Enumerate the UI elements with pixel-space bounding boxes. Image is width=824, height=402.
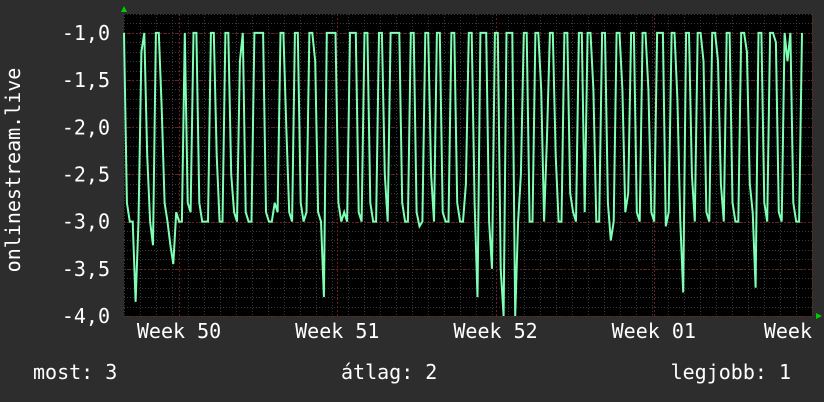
chart: -1,0-1,5-2,0-2,5-3,0-3,5-4,0 Week 50 Week… bbox=[1, 6, 822, 343]
average-value: átlag: 2 bbox=[341, 360, 438, 384]
y-axis-ticks: -1,0 -1,5 -2,0 -2,5 -3,0 -3,5 -4,0 bbox=[62, 21, 110, 328]
x-tick-label: Week 50 bbox=[137, 319, 221, 343]
y-tick-label: -1,0 bbox=[62, 21, 110, 45]
x-axis-ticks: Week 50 Week 51 Week 52 Week 01 Week bbox=[137, 319, 812, 343]
best-value: legjobb: 1 bbox=[670, 360, 791, 384]
x-tick-label: Week 51 bbox=[295, 319, 379, 343]
y-tick-label: -1,5 bbox=[62, 68, 110, 92]
x-tick-label: Week bbox=[764, 319, 812, 343]
y-tick-label: -3,5 bbox=[62, 257, 110, 281]
chart-panel: -1,0 -1,5 -2,0 -2,5 -3,0 -3,5 -4,0 Week 50 Week… bbox=[0, 0, 824, 402]
y-tick-label: -3,0 bbox=[62, 210, 110, 234]
y-tick-label: -2,5 bbox=[62, 162, 110, 186]
current-value: most: 3 bbox=[33, 360, 118, 384]
x-tick-label: Week 01 bbox=[612, 319, 696, 343]
y-tick-label: -2,0 bbox=[62, 115, 110, 139]
y-axis-label: onlinestream.live bbox=[1, 68, 25, 273]
y-tick-label: -4,0 bbox=[62, 304, 110, 328]
x-axis-arrow bbox=[816, 313, 822, 319]
y-axis-arrow bbox=[121, 6, 127, 12]
x-tick-label: Week 52 bbox=[453, 319, 537, 343]
